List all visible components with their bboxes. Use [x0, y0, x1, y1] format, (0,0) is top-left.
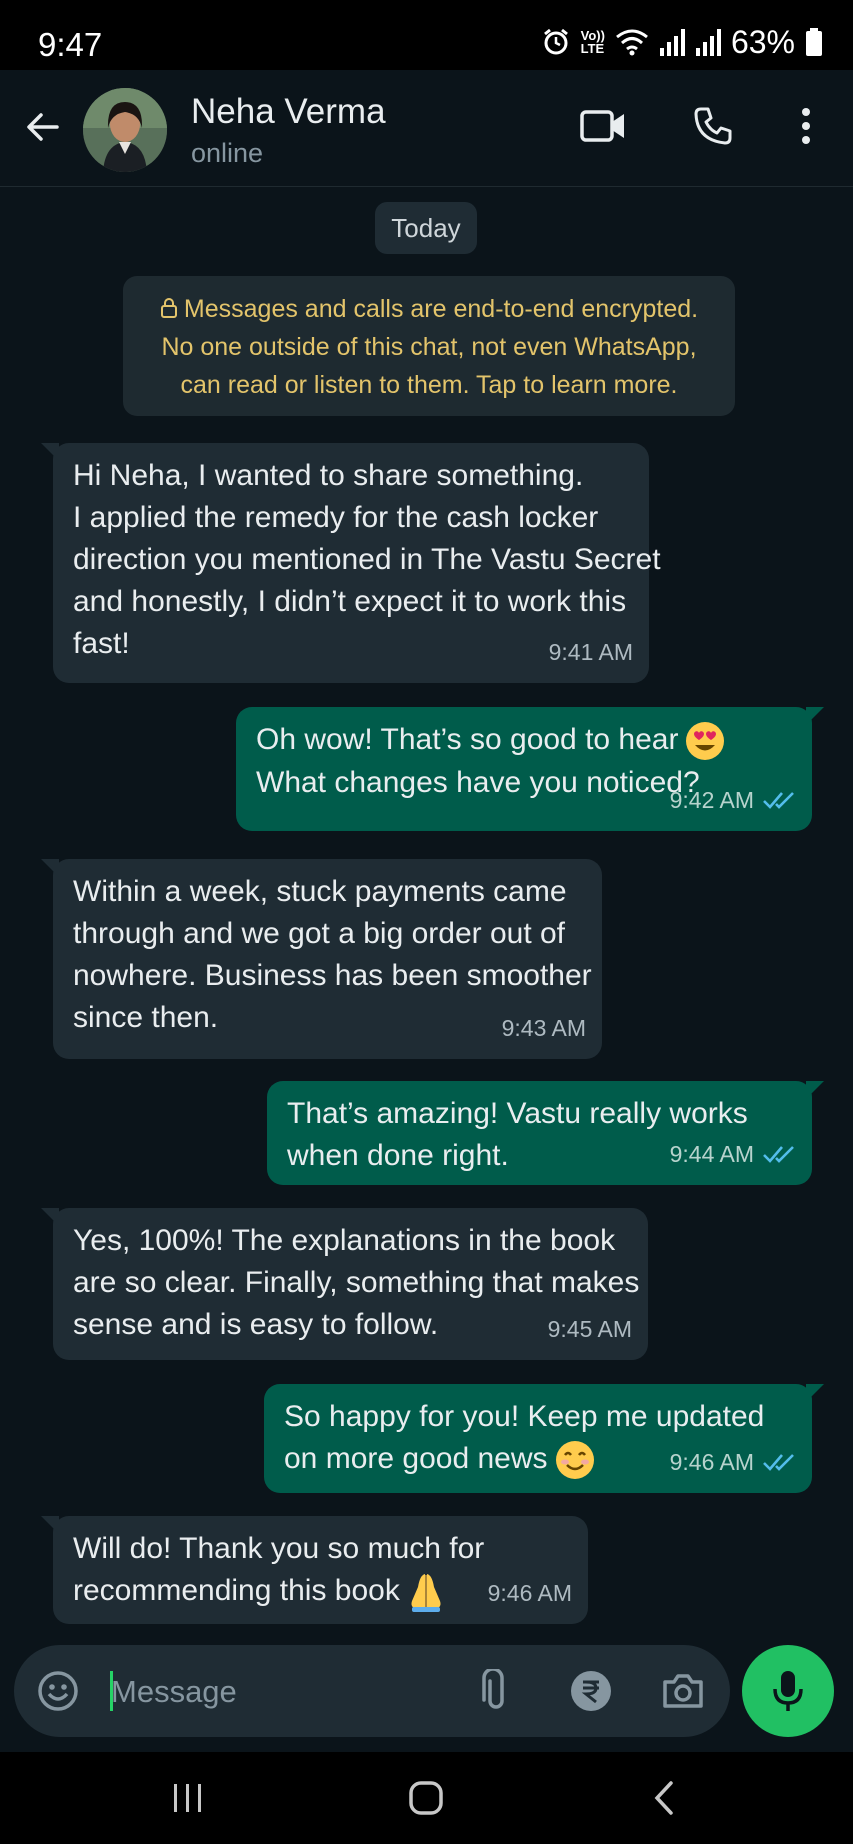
emoji-icon	[38, 1671, 78, 1711]
alarm-icon	[543, 28, 568, 55]
voice-call-icon	[694, 107, 732, 145]
system-nav-bar	[0, 1752, 853, 1844]
message-bubble-incoming[interactable]: Hi Neha, I wanted to share something. I …	[41, 443, 661, 683]
message-input-bar	[14, 1645, 730, 1737]
message-text: I applied the remedy for the cash locker	[73, 501, 599, 534]
message-text: sense and is easy to follow.	[73, 1308, 439, 1341]
rupee-payment-icon	[571, 1671, 611, 1711]
message-time: 9:46 AM	[487, 1580, 572, 1606]
message-text: recommending this book	[73, 1574, 400, 1607]
message-text: So happy for you! Keep me updated	[284, 1400, 765, 1433]
encryption-notice[interactable]: Messages and calls are end-to-end encryp…	[123, 276, 735, 416]
mic-button[interactable]	[742, 1645, 834, 1737]
folded-hands-emoji-icon	[411, 1574, 441, 1613]
more-options-button[interactable]	[788, 100, 824, 152]
message-text: Oh wow! That’s so good to hear	[256, 723, 679, 756]
voice-call-button[interactable]	[688, 100, 738, 152]
heart-eyes-emoji-icon	[686, 722, 725, 761]
message-text: Hi Neha, I wanted to share something.	[73, 459, 584, 492]
back-icon	[654, 1781, 673, 1815]
double-check-icon	[763, 792, 794, 809]
message-time: 9:42 AM	[669, 787, 754, 813]
double-check-icon	[763, 1146, 794, 1163]
lock-icon	[160, 298, 177, 318]
attach-button[interactable]	[476, 1667, 516, 1715]
battery-icon	[806, 28, 822, 56]
chat-header: Neha Verma online	[0, 70, 853, 187]
status-bar: 9:47 Vo)) LTE 63%	[0, 0, 853, 70]
encryption-line-3: can read or listen to them. Tap to learn…	[180, 371, 678, 399]
message-time: 9:44 AM	[669, 1141, 754, 1167]
message-time: 9:46 AM	[669, 1449, 754, 1475]
message-time: 9:41 AM	[548, 639, 633, 665]
message-bubble-outgoing[interactable]: So happy for you! Keep me updated on mor…	[264, 1384, 824, 1493]
camera-button[interactable]	[660, 1669, 706, 1713]
battery-percent: 63%	[730, 23, 795, 60]
avatar-photo	[83, 88, 167, 172]
message-bubble-outgoing[interactable]: That’s amazing! Vastu really works when …	[267, 1081, 824, 1185]
emoji-button[interactable]	[36, 1669, 80, 1713]
message-text: That’s amazing! Vastu really works	[287, 1097, 748, 1130]
double-check-icon	[763, 1454, 794, 1471]
encryption-line-2: No one outside of this chat, not even Wh…	[161, 333, 697, 361]
message-bubble-incoming[interactable]: Within a week, stuck payments came throu…	[41, 859, 602, 1059]
wifi-icon	[616, 29, 648, 56]
contact-name[interactable]: Neha Verma	[191, 92, 386, 132]
home-icon	[409, 1781, 443, 1815]
signal-icon	[659, 29, 685, 56]
message-time: 9:45 AM	[547, 1316, 632, 1342]
recent-apps-icon	[174, 1784, 201, 1812]
date-chip: Today	[375, 202, 477, 254]
avatar[interactable]	[83, 88, 167, 172]
status-icons: Vo)) LTE 63%	[541, 24, 823, 60]
message-bubble-incoming[interactable]: Will do! Thank you so much for recommend…	[41, 1516, 588, 1624]
message-text: Will do! Thank you so much for	[73, 1532, 485, 1565]
contact-status: online	[191, 138, 264, 168]
message-input[interactable]	[109, 1667, 473, 1717]
encryption-line-1: Messages and calls are end-to-end encryp…	[183, 295, 699, 323]
home-button[interactable]	[400, 1774, 452, 1822]
attach-icon	[482, 1669, 504, 1709]
camera-icon	[663, 1674, 703, 1708]
message-text: on more good news	[284, 1442, 548, 1475]
message-text: Within a week, stuck payments came	[73, 875, 567, 908]
message-text: nowhere. Business has been smoother	[73, 959, 592, 992]
back-arrow-icon	[27, 113, 59, 141]
message-meta: 9:46 AM	[670, 1441, 796, 1483]
message-meta: 9:42 AM	[670, 779, 796, 821]
message-time: 9:43 AM	[501, 1015, 586, 1041]
message-meta: 9:44 AM	[670, 1133, 796, 1175]
more-options-icon	[802, 108, 810, 144]
message-text: Yes, 100%! The explanations in the book	[73, 1224, 616, 1257]
signal-icon-2	[695, 29, 721, 56]
recent-apps-button[interactable]	[160, 1774, 216, 1822]
payment-button[interactable]	[569, 1669, 613, 1713]
message-bubble-incoming[interactable]: Yes, 100%! The explanations in the book …	[41, 1208, 648, 1360]
smiling-face-emoji-icon	[555, 1441, 594, 1480]
video-call-icon	[580, 110, 624, 142]
message-bubble-outgoing[interactable]: Oh wow! That’s so good to hear What chan…	[236, 707, 824, 831]
message-text: fast!	[73, 627, 130, 660]
nav-back-button[interactable]	[640, 1774, 688, 1822]
message-text: direction you mentioned in The Vastu Sec…	[73, 543, 661, 576]
message-text: are so clear. Finally, something that ma…	[73, 1266, 640, 1299]
video-call-button[interactable]	[578, 100, 628, 152]
mic-icon	[773, 1671, 803, 1711]
message-text: through and we got a big order out of	[73, 917, 566, 950]
back-button[interactable]	[18, 102, 68, 152]
volte-icon: Vo)) LTE	[580, 28, 605, 56]
status-time: 9:47	[38, 26, 103, 63]
message-text: and honestly, I didn’t expect it to work…	[73, 585, 627, 618]
